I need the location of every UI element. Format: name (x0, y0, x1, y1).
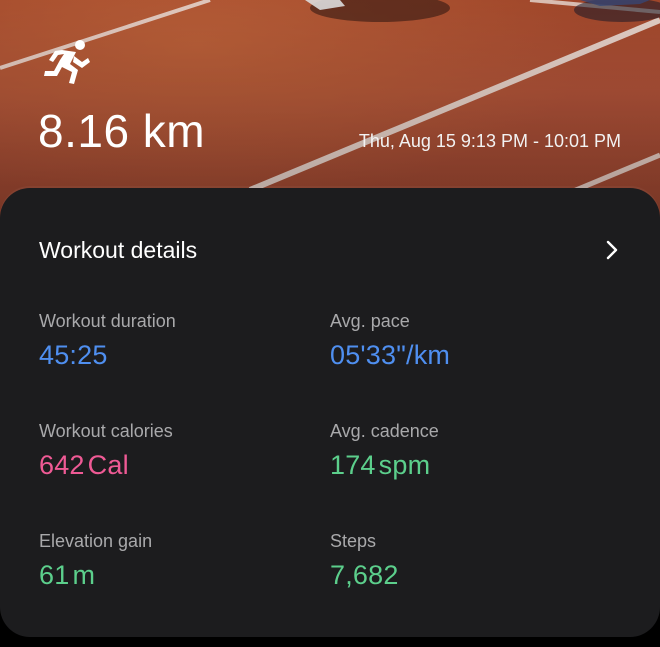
stat-value: 642 Cal (39, 450, 129, 480)
stat-value: 61 m (39, 560, 96, 590)
stat-workout-duration: Workout duration 45:25 (39, 311, 299, 371)
stat-avg-pace: Avg. pace 05'33"/km (330, 311, 590, 371)
stat-workout-calories: Workout calories 642 Cal (39, 421, 299, 481)
workout-screen: 8.16 km Thu, Aug 15 9:13 PM - 10:01 PM W… (0, 0, 660, 647)
stat-value: 45:25 (39, 340, 108, 370)
workout-time-range: Thu, Aug 15 9:13 PM - 10:01 PM (358, 131, 621, 151)
stat-label: Elevation gain (39, 531, 153, 551)
workout-details-card[interactable]: Workout details Workout duration 45:25 A… (0, 188, 660, 637)
stat-label: Workout calories (39, 421, 173, 441)
stat-label: Avg. cadence (330, 421, 439, 441)
stat-elevation-gain: Elevation gain 61 m (39, 531, 299, 591)
stat-label: Steps (330, 531, 377, 551)
distance-value: 8.16 km (38, 105, 206, 157)
running-icon (44, 40, 90, 84)
stat-value: 174 spm (330, 450, 431, 480)
stat-label: Avg. pace (330, 311, 410, 331)
stat-avg-cadence: Avg. cadence 174 spm (330, 421, 590, 481)
stat-label: Workout duration (39, 311, 176, 331)
workout-details-header[interactable]: Workout details (39, 235, 621, 265)
stat-value: 05'33"/km (330, 340, 451, 370)
stat-steps: Steps 7,682 (330, 531, 590, 591)
workout-details-title: Workout details (39, 236, 198, 263)
chevron-right-icon[interactable] (603, 238, 621, 262)
stat-value: 7,682 (330, 560, 399, 590)
